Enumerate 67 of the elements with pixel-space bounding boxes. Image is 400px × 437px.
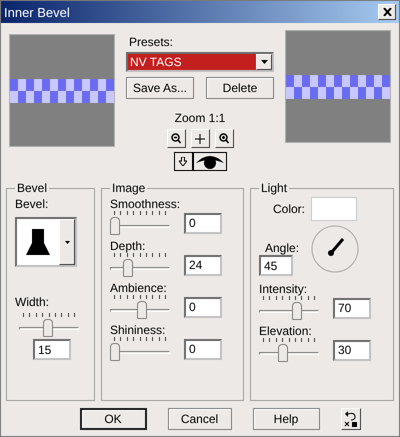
dialog-button[interactable]: OK — [80, 408, 146, 430]
dropdown-button[interactable] — [59, 219, 75, 265]
zoom-in-icon — [219, 133, 229, 144]
slider-label: Elevation: — [259, 324, 313, 338]
angle-dial[interactable] — [311, 225, 360, 273]
dialog-button[interactable]: Help — [252, 408, 320, 430]
slider-label: Smoothness: — [110, 197, 182, 211]
zoom-in-button[interactable] — [214, 129, 234, 148]
slider-track[interactable] — [259, 302, 319, 320]
bevel-label: Bevel: — [15, 197, 50, 211]
dropdown-button[interactable] — [256, 54, 272, 70]
slider-thumb[interactable] — [110, 217, 120, 235]
bevel-shape-dropdown[interactable] — [15, 217, 77, 267]
value-input[interactable]: 24 — [184, 254, 222, 276]
move-icon — [195, 134, 205, 144]
slider-label: Intensity: — [259, 282, 308, 296]
width-input[interactable]: 15 — [33, 339, 71, 360]
slider-label: Ambience: — [110, 281, 168, 295]
value-input[interactable]: 0 — [184, 296, 222, 318]
color-label: Color: — [273, 202, 306, 216]
zoom-out-icon — [171, 133, 181, 144]
angle-input[interactable]: 45 — [259, 255, 293, 276]
slider-track[interactable] — [110, 301, 170, 319]
presets-label: Presets: — [129, 35, 174, 49]
slider-track[interactable] — [110, 217, 170, 235]
save-as-button[interactable]: Save As... — [126, 77, 194, 99]
slider-thumb[interactable] — [110, 343, 120, 361]
slider-track[interactable] — [110, 343, 170, 361]
presets-value: NV TAGS — [128, 54, 256, 70]
value-input[interactable]: 0 — [184, 338, 222, 360]
caret-icon — [260, 60, 268, 64]
bevel-profile-icon — [26, 229, 50, 255]
value-input[interactable]: 0 — [184, 212, 222, 234]
slider-thumb[interactable] — [122, 259, 132, 277]
value-input[interactable]: 70 — [333, 298, 371, 318]
angle-label: Angle: — [265, 241, 300, 255]
close-button[interactable] — [378, 4, 396, 20]
zoom-label: Zoom 1:1 — [174, 111, 226, 125]
zoom-out-button[interactable] — [166, 129, 186, 148]
eye-button[interactable] — [192, 152, 226, 171]
delete-button[interactable]: Delete — [206, 77, 274, 99]
arrow-button[interactable] — [174, 152, 192, 171]
close-icon — [382, 8, 392, 16]
value-input[interactable]: 30 — [333, 340, 371, 360]
slider-label: Depth: — [110, 239, 146, 253]
dialog-button[interactable]: Cancel — [168, 408, 232, 430]
slider-label: Shininess: — [110, 323, 166, 337]
group-title: Bevel — [16, 181, 48, 195]
slider-thumb[interactable] — [292, 302, 302, 320]
group-title: Light — [260, 181, 288, 195]
width-label: Width: — [15, 295, 50, 309]
eye-icon — [194, 153, 224, 170]
pan-button[interactable] — [190, 129, 210, 148]
undo-icon — [344, 410, 358, 426]
window-title: Inner Bevel — [4, 4, 70, 20]
caret-icon — [64, 240, 70, 244]
slider-thumb[interactable] — [278, 344, 288, 362]
reset-button[interactable] — [340, 408, 360, 430]
group-title: Image — [111, 181, 146, 195]
presets-dropdown[interactable]: NV TAGS — [126, 52, 274, 72]
slider-track[interactable] — [110, 259, 170, 277]
color-swatch[interactable] — [311, 197, 358, 221]
slider-thumb[interactable] — [136, 301, 146, 319]
slider-thumb[interactable] — [42, 319, 52, 337]
slider-track[interactable] — [19, 319, 79, 337]
down-arrow-icon — [179, 157, 187, 166]
slider-track[interactable] — [259, 344, 319, 362]
